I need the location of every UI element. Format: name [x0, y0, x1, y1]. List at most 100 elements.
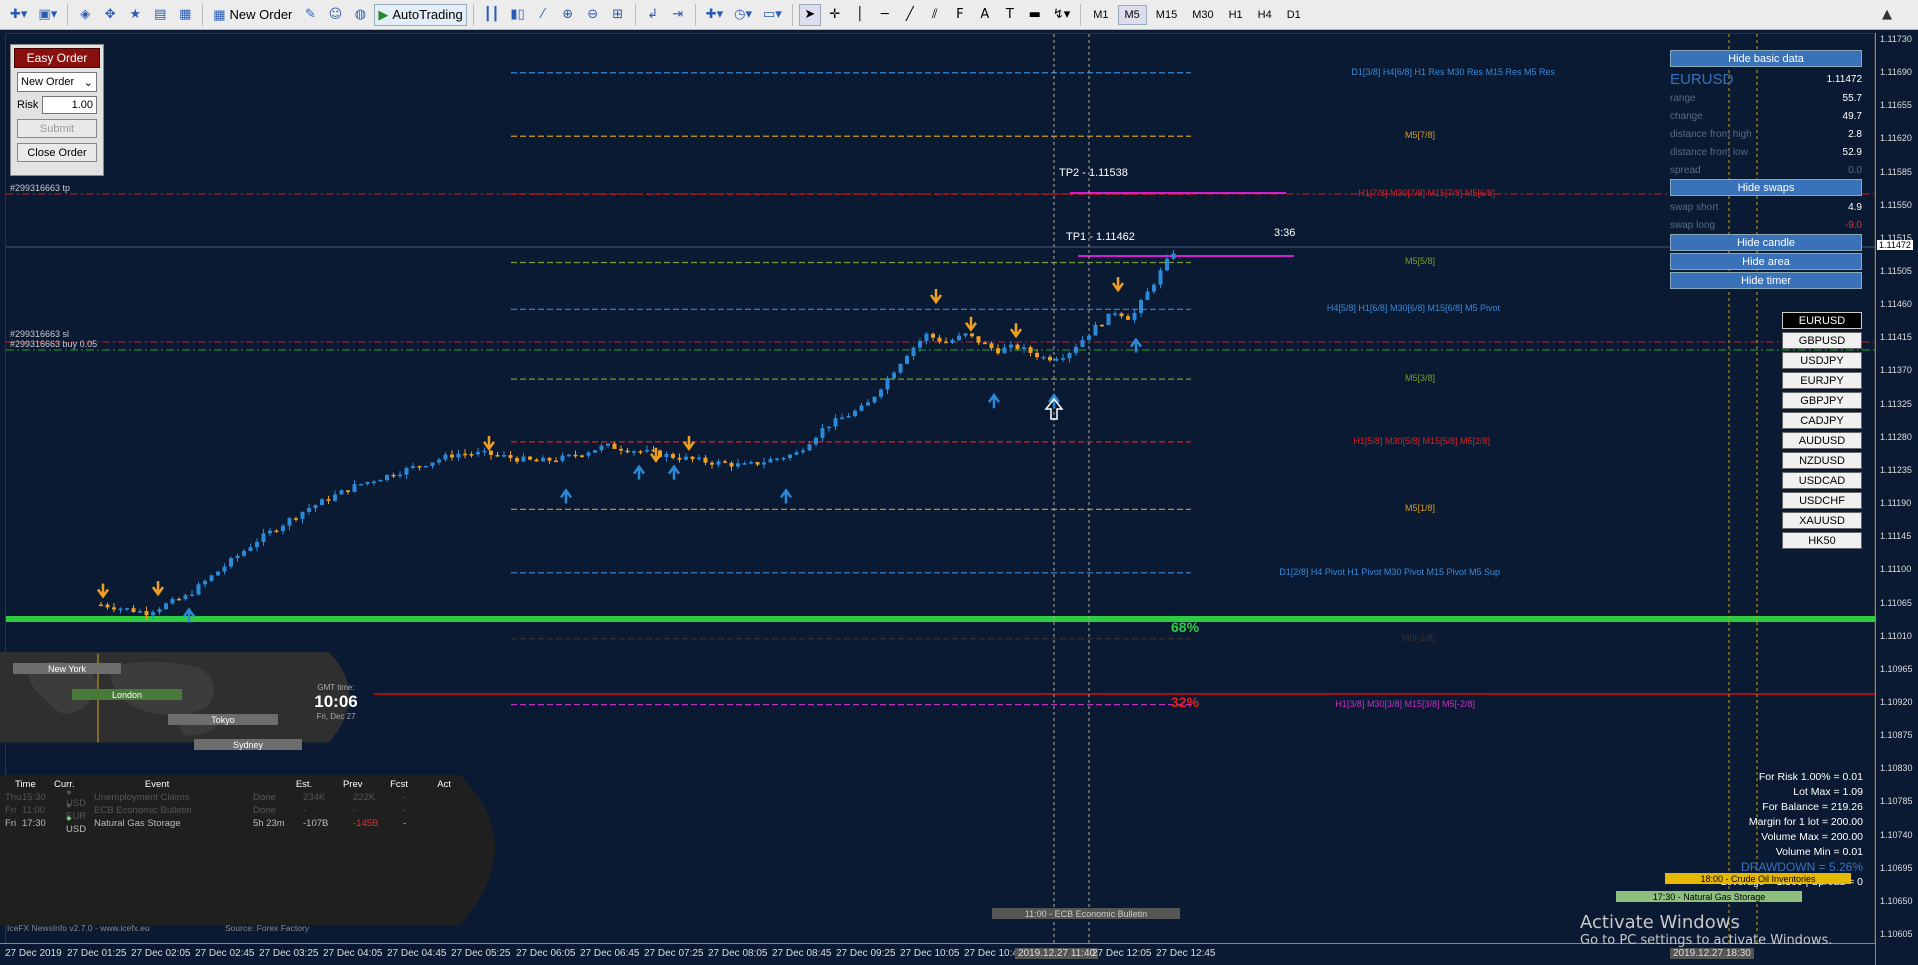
candle-body: [963, 333, 968, 336]
periods-icon[interactable]: ◷▾: [730, 4, 756, 26]
symbol-button-cadjpy[interactable]: CADJPY: [1782, 412, 1862, 429]
candle-body: [554, 460, 558, 463]
time-tick: 27 Dec 12:45: [1156, 948, 1216, 959]
candle-body: [1015, 344, 1020, 349]
profiles-icon[interactable]: ▣▾: [34, 4, 61, 26]
vertical-line-icon[interactable]: │: [849, 4, 871, 26]
candle-body: [346, 490, 350, 492]
symbol-button-audusd[interactable]: AUDUSD: [1782, 432, 1862, 449]
timeframe-m15[interactable]: M15: [1150, 5, 1183, 25]
candle-body: [222, 566, 227, 572]
close-order-button[interactable]: Close Order: [17, 143, 97, 162]
users-icon[interactable]: ☺: [324, 4, 346, 26]
hide-timer-button[interactable]: Hide timer: [1670, 272, 1862, 289]
candle-body: [437, 459, 441, 463]
price-axis[interactable]: 1.11730 1.11690 1.11655 1.11620 1.11585 1.115…: [1875, 33, 1918, 965]
chart-shift-icon[interactable]: ⇥: [667, 4, 689, 26]
order-type-select[interactable]: New Order ⌄: [17, 72, 97, 92]
horizontal-line-icon[interactable]: ─: [874, 4, 896, 26]
zoom-in-icon[interactable]: ⊕: [557, 4, 579, 26]
time-tick: 27 Dec 12:05: [1092, 948, 1152, 959]
event-tag-gas[interactable]: 17:30 - Natural Gas Storage: [1616, 891, 1802, 902]
candle-chart-icon[interactable]: ▮▯: [506, 4, 528, 26]
autoscroll-icon[interactable]: ↲: [642, 4, 664, 26]
candle-body: [443, 454, 448, 460]
hide-basic-data-button[interactable]: Hide basic data: [1670, 50, 1862, 67]
symbol-button-gbpusd[interactable]: GBPUSD: [1782, 332, 1862, 349]
rectangle-icon[interactable]: ▬: [1024, 4, 1046, 26]
buy-arrow-icon: [667, 464, 681, 480]
candle-body: [528, 456, 532, 460]
tester-icon[interactable]: ▦: [174, 4, 196, 26]
news-event-row[interactable]: Fri 17:30 ● USD Natural Gas Storage 5h 2…: [5, 813, 475, 835]
tp2-label: TP2 - 1.11538: [1059, 167, 1128, 179]
candle-body: [931, 333, 935, 338]
hide-candle-button[interactable]: Hide candle: [1670, 234, 1862, 251]
candle-body: [905, 356, 909, 364]
bar-chart-icon[interactable]: ┃┃: [480, 4, 504, 26]
candle-body: [560, 455, 565, 461]
symbol-button-usdchf[interactable]: USDCHF: [1782, 492, 1862, 509]
fibonacci-icon[interactable]: F: [949, 4, 971, 26]
line-chart-icon[interactable]: ⁄: [532, 4, 554, 26]
timeframe-h4[interactable]: H4: [1252, 5, 1278, 25]
channel-icon[interactable]: ⫽: [924, 4, 946, 26]
cursor-icon[interactable]: ➤: [798, 3, 821, 26]
candle-body: [170, 598, 175, 604]
candle-body: [1093, 324, 1098, 336]
candle-body: [385, 474, 389, 481]
timeframe-m5[interactable]: M5: [1117, 4, 1147, 25]
timeframe-m1[interactable]: M1: [1087, 5, 1114, 25]
event-tag-ecb[interactable]: 11:00 - ECB Economic Bulletin: [992, 908, 1180, 919]
symbol-button-eurusd[interactable]: EURUSD: [1782, 312, 1862, 329]
label-icon[interactable]: T: [999, 4, 1021, 26]
timeframe-d1[interactable]: D1: [1281, 5, 1307, 25]
hide-swaps-button[interactable]: Hide swaps: [1670, 179, 1862, 196]
symbol-button-eurjpy[interactable]: EURJPY: [1782, 372, 1862, 389]
symbol-button-usdjpy[interactable]: USDJPY: [1782, 352, 1862, 369]
timeframe-m30[interactable]: M30: [1186, 5, 1219, 25]
timeframe-h1[interactable]: H1: [1223, 5, 1249, 25]
new-order-button[interactable]: ▦ New Order: [209, 4, 296, 26]
sell-arrow-icon: [151, 581, 165, 597]
crosshair-icon[interactable]: ✛: [824, 4, 846, 26]
arrows-icon[interactable]: ↯▾: [1049, 4, 1074, 26]
favorites-icon[interactable]: ★: [124, 4, 146, 26]
price-tick: 1.11620: [1880, 133, 1912, 144]
globe-icon[interactable]: ◍: [349, 4, 371, 26]
trendline-icon[interactable]: ╱: [899, 4, 921, 26]
candle-body: [788, 454, 792, 458]
symbol-button-gbpjpy[interactable]: GBPJPY: [1782, 392, 1862, 409]
info-symbol-price: 1.11472: [1826, 73, 1862, 85]
scroll-up-icon[interactable]: ▲: [1876, 4, 1898, 26]
candle-body: [859, 405, 864, 411]
candle-body: [534, 459, 539, 462]
metaeditor-icon[interactable]: ✎: [299, 4, 321, 26]
sell-arrow-icon: [929, 288, 943, 305]
hide-area-button[interactable]: Hide area: [1670, 253, 1862, 270]
event-tag-crude[interactable]: 18:00 - Crude Oil Inventories: [1665, 873, 1851, 884]
terminal-icon[interactable]: ▤: [149, 4, 171, 26]
risk-input[interactable]: 1.00: [42, 96, 97, 114]
candle-body: [164, 603, 168, 610]
tile-windows-icon[interactable]: ⊞: [607, 4, 629, 26]
lot-calculator: For Risk 1.00% = 0.01 Lot Max = 1.09 For…: [1721, 771, 1863, 888]
candle-body: [261, 533, 266, 542]
indicators-icon[interactable]: ✚▾: [702, 4, 727, 26]
market-watch-icon[interactable]: ◈: [74, 4, 96, 26]
candle-body: [508, 455, 513, 459]
new-chart-icon[interactable]: ✚▾: [6, 4, 31, 26]
candle-body: [1087, 335, 1091, 340]
time-tick: 27 Dec 02:45: [195, 948, 255, 959]
navigator-icon[interactable]: ✥: [99, 4, 121, 26]
templates-icon[interactable]: ▭▾: [759, 4, 786, 26]
candle-body: [112, 607, 116, 610]
text-icon[interactable]: A: [974, 4, 996, 26]
symbol-button-usdcad[interactable]: USDCAD: [1782, 472, 1862, 489]
submit-button[interactable]: Submit: [17, 119, 97, 138]
symbol-button-hk50[interactable]: HK50: [1782, 532, 1862, 549]
symbol-button-xauusd[interactable]: XAUUSD: [1782, 512, 1862, 529]
symbol-button-nzdusd[interactable]: NZDUSD: [1782, 452, 1862, 469]
zoom-out-icon[interactable]: ⊖: [582, 4, 604, 26]
autotrading-button[interactable]: ▶ AutoTrading: [374, 3, 467, 26]
